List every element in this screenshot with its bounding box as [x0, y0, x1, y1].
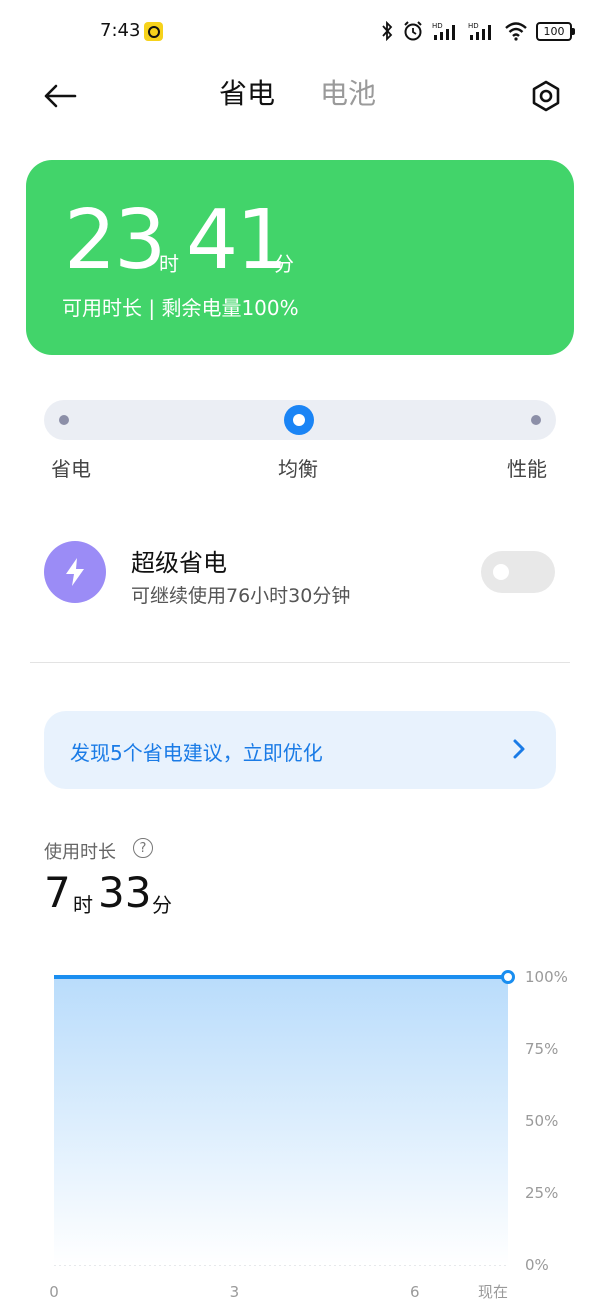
mode-label-balanced[interactable]: 均衡: [278, 453, 318, 482]
super-saver-title: 超级省电: [131, 549, 227, 577]
back-button[interactable]: [40, 76, 80, 116]
usage-label: 使用时长: [44, 842, 116, 863]
battery-level-chart: 100% 75% 50% 25% 0% 0 3 6 现在: [49, 968, 568, 1300]
back-arrow-icon: [44, 84, 77, 108]
y-tick-label: 50%: [525, 1112, 558, 1130]
x-tick-label: 3: [230, 1283, 240, 1300]
gear-icon: [532, 80, 560, 112]
card-subtitle: 可用时长 | 剩余电量100%: [62, 296, 299, 320]
mode-dot-performance[interactable]: [531, 415, 541, 425]
mode-dot-save[interactable]: [59, 415, 69, 425]
svg-text:HD: HD: [432, 22, 443, 30]
super-saver-subtitle: 可继续使用76小时30分钟: [131, 585, 351, 607]
mode-label-performance[interactable]: 性能: [507, 453, 547, 482]
status-time: 7:43: [100, 20, 141, 41]
y-tick-label: 0%: [525, 1256, 549, 1274]
mode-label-save[interactable]: 省电: [51, 453, 91, 482]
status-icons: HD HD 100: [380, 20, 575, 42]
lightning-icon: [44, 541, 106, 603]
x-tick-label: 6: [410, 1283, 420, 1300]
mode-slider-knob[interactable]: [284, 405, 314, 435]
hours-unit: 时: [159, 252, 179, 276]
battery-area: [54, 977, 508, 1265]
usage-minutes-unit: 分: [152, 893, 172, 917]
svg-text:HD: HD: [468, 22, 479, 30]
optimize-suggestion-banner[interactable]: 发现5个省电建议，立即优化: [44, 711, 556, 789]
remaining-hours: 23: [64, 193, 166, 288]
wifi-icon: [505, 22, 527, 41]
remaining-minutes: 41: [186, 193, 288, 288]
mode-slider[interactable]: [44, 400, 556, 440]
divider: [30, 662, 570, 663]
signal-hd-icon: HD: [468, 22, 491, 40]
usage-hours: 7: [44, 868, 71, 917]
help-icon[interactable]: ?: [133, 838, 153, 858]
x-tick-label: 0: [49, 1283, 59, 1300]
suggestion-text: 发现5个省电建议，立即优化: [70, 741, 323, 765]
y-tick-label: 25%: [525, 1184, 558, 1202]
usage-minutes: 33: [98, 868, 152, 917]
alarm-icon: [404, 21, 422, 41]
tab-battery[interactable]: 电池: [320, 72, 376, 112]
tab-power-saving[interactable]: 省电: [219, 72, 275, 112]
y-tick-label: 75%: [525, 1040, 558, 1058]
y-tick-label: 100%: [525, 968, 568, 986]
battery-estimate-card: 23 时 41 分 可用时长 | 剩余电量100%: [26, 160, 574, 355]
x-tick-label: 现在: [478, 1283, 508, 1300]
current-level-point: [501, 970, 515, 984]
notification-badge-icon: [144, 22, 163, 41]
bluetooth-icon: [382, 21, 393, 41]
usage-hours-unit: 时: [73, 893, 93, 917]
signal-hd-icon: HD: [432, 22, 455, 40]
battery-icon: 100: [536, 21, 575, 41]
settings-button[interactable]: [526, 76, 566, 116]
chevron-right-icon: [513, 739, 525, 759]
super-saver-toggle[interactable]: [481, 551, 555, 593]
minutes-unit: 分: [274, 252, 294, 276]
